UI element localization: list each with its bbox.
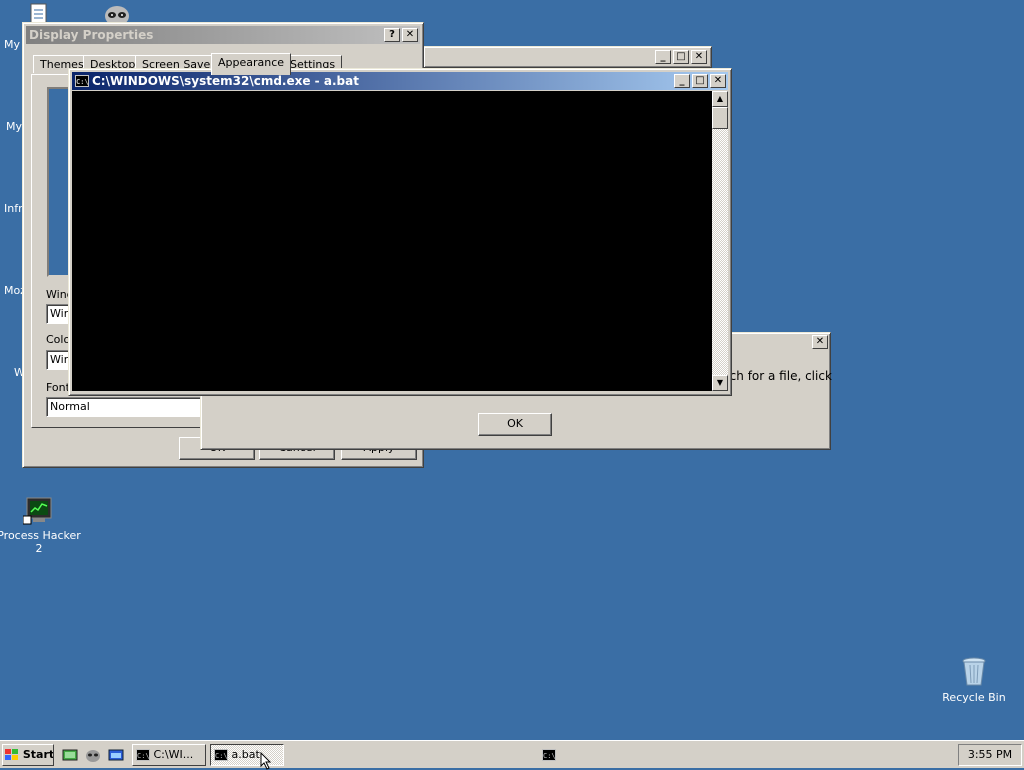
dialog-close-button[interactable]: ✕ — [812, 335, 828, 349]
window-quicklaunch-icon[interactable] — [108, 747, 124, 763]
desktop-label-my-1[interactable]: My — [4, 38, 20, 51]
cmd-icon: C:\ — [75, 75, 89, 87]
scroll-thumb[interactable] — [712, 107, 728, 129]
show-desktop-icon[interactable] — [62, 747, 78, 763]
display-properties-titlebar[interactable]: Display Properties ? ✕ — [26, 26, 420, 44]
scroll-up-button[interactable]: ▲ — [712, 91, 728, 107]
close-button[interactable]: ✕ — [691, 50, 707, 64]
recycle-bin-label: Recycle Bin — [942, 691, 1006, 704]
desktop-icon-process-hacker[interactable]: Process Hacker 2 — [0, 496, 84, 555]
desktop-label-infr[interactable]: Infr — [4, 202, 23, 215]
system-tray-clock[interactable]: 3:55 PM — [958, 744, 1022, 766]
help-button[interactable]: ? — [384, 28, 400, 42]
scroll-down-button[interactable]: ▼ — [712, 375, 728, 391]
tray-cmd-icon[interactable]: C:\ — [542, 749, 556, 761]
taskbar-item-cmd[interactable]: C:\ C:\WI... — [132, 744, 206, 766]
cmd-window: C:\ C:\WINDOWS\system32\cmd.exe - a.bat … — [68, 68, 732, 396]
display-properties-title: Display Properties — [29, 28, 154, 42]
close-button[interactable]: ✕ — [402, 28, 418, 42]
recycle-bin-icon — [962, 657, 986, 686]
taskbar-item-cmd-label: C:\WI... — [153, 748, 194, 761]
process-hacker-label: Process Hacker 2 — [0, 529, 81, 555]
desktop-icon-recycle-bin[interactable]: Recycle Bin — [929, 656, 1019, 704]
console-output[interactable] — [72, 91, 712, 391]
minimize-button[interactable]: _ — [655, 50, 671, 64]
raccoon-quicklaunch-icon[interactable] — [85, 747, 101, 763]
cmd-icon: C:\ — [136, 749, 150, 761]
color-label: Colo — [46, 333, 71, 346]
windows-logo-icon — [5, 749, 18, 760]
close-button[interactable]: ✕ — [710, 74, 726, 88]
start-button[interactable]: Start — [2, 744, 54, 766]
cmd-icon: C:\ — [214, 749, 228, 761]
start-label: Start — [22, 748, 54, 761]
font-label: Font — [46, 381, 70, 394]
mouse-cursor-icon — [260, 752, 272, 770]
desktop-label-my-2[interactable]: My — [6, 120, 22, 133]
process-hacker-icon — [23, 497, 52, 525]
taskbar-item-abat[interactable]: C:\ a.bat — [210, 744, 284, 766]
background-window: _ □ ✕ — [424, 46, 712, 68]
font-size-select[interactable]: Normal — [46, 397, 206, 417]
cmd-title: C:\WINDOWS\system32\cmd.exe - a.bat — [92, 74, 359, 88]
vertical-scrollbar[interactable]: ▲ ▼ — [712, 91, 728, 391]
maximize-button[interactable]: □ — [692, 74, 708, 88]
taskbar-item-abat-label: a.bat — [231, 748, 260, 761]
maximize-button[interactable]: □ — [673, 50, 689, 64]
tab-appearance[interactable]: Appearance — [211, 53, 292, 75]
minimize-button[interactable]: _ — [674, 74, 690, 88]
taskbar: Start C:\ C:\WI... C:\ a.bat C:\ 3:55 PM — [0, 740, 1024, 768]
cmd-titlebar[interactable]: C:\ C:\WINDOWS\system32\cmd.exe - a.bat … — [72, 72, 728, 90]
dialog-ok-button[interactable]: OK — [478, 413, 552, 436]
dialog-text: rch for a file, click — [725, 369, 832, 383]
